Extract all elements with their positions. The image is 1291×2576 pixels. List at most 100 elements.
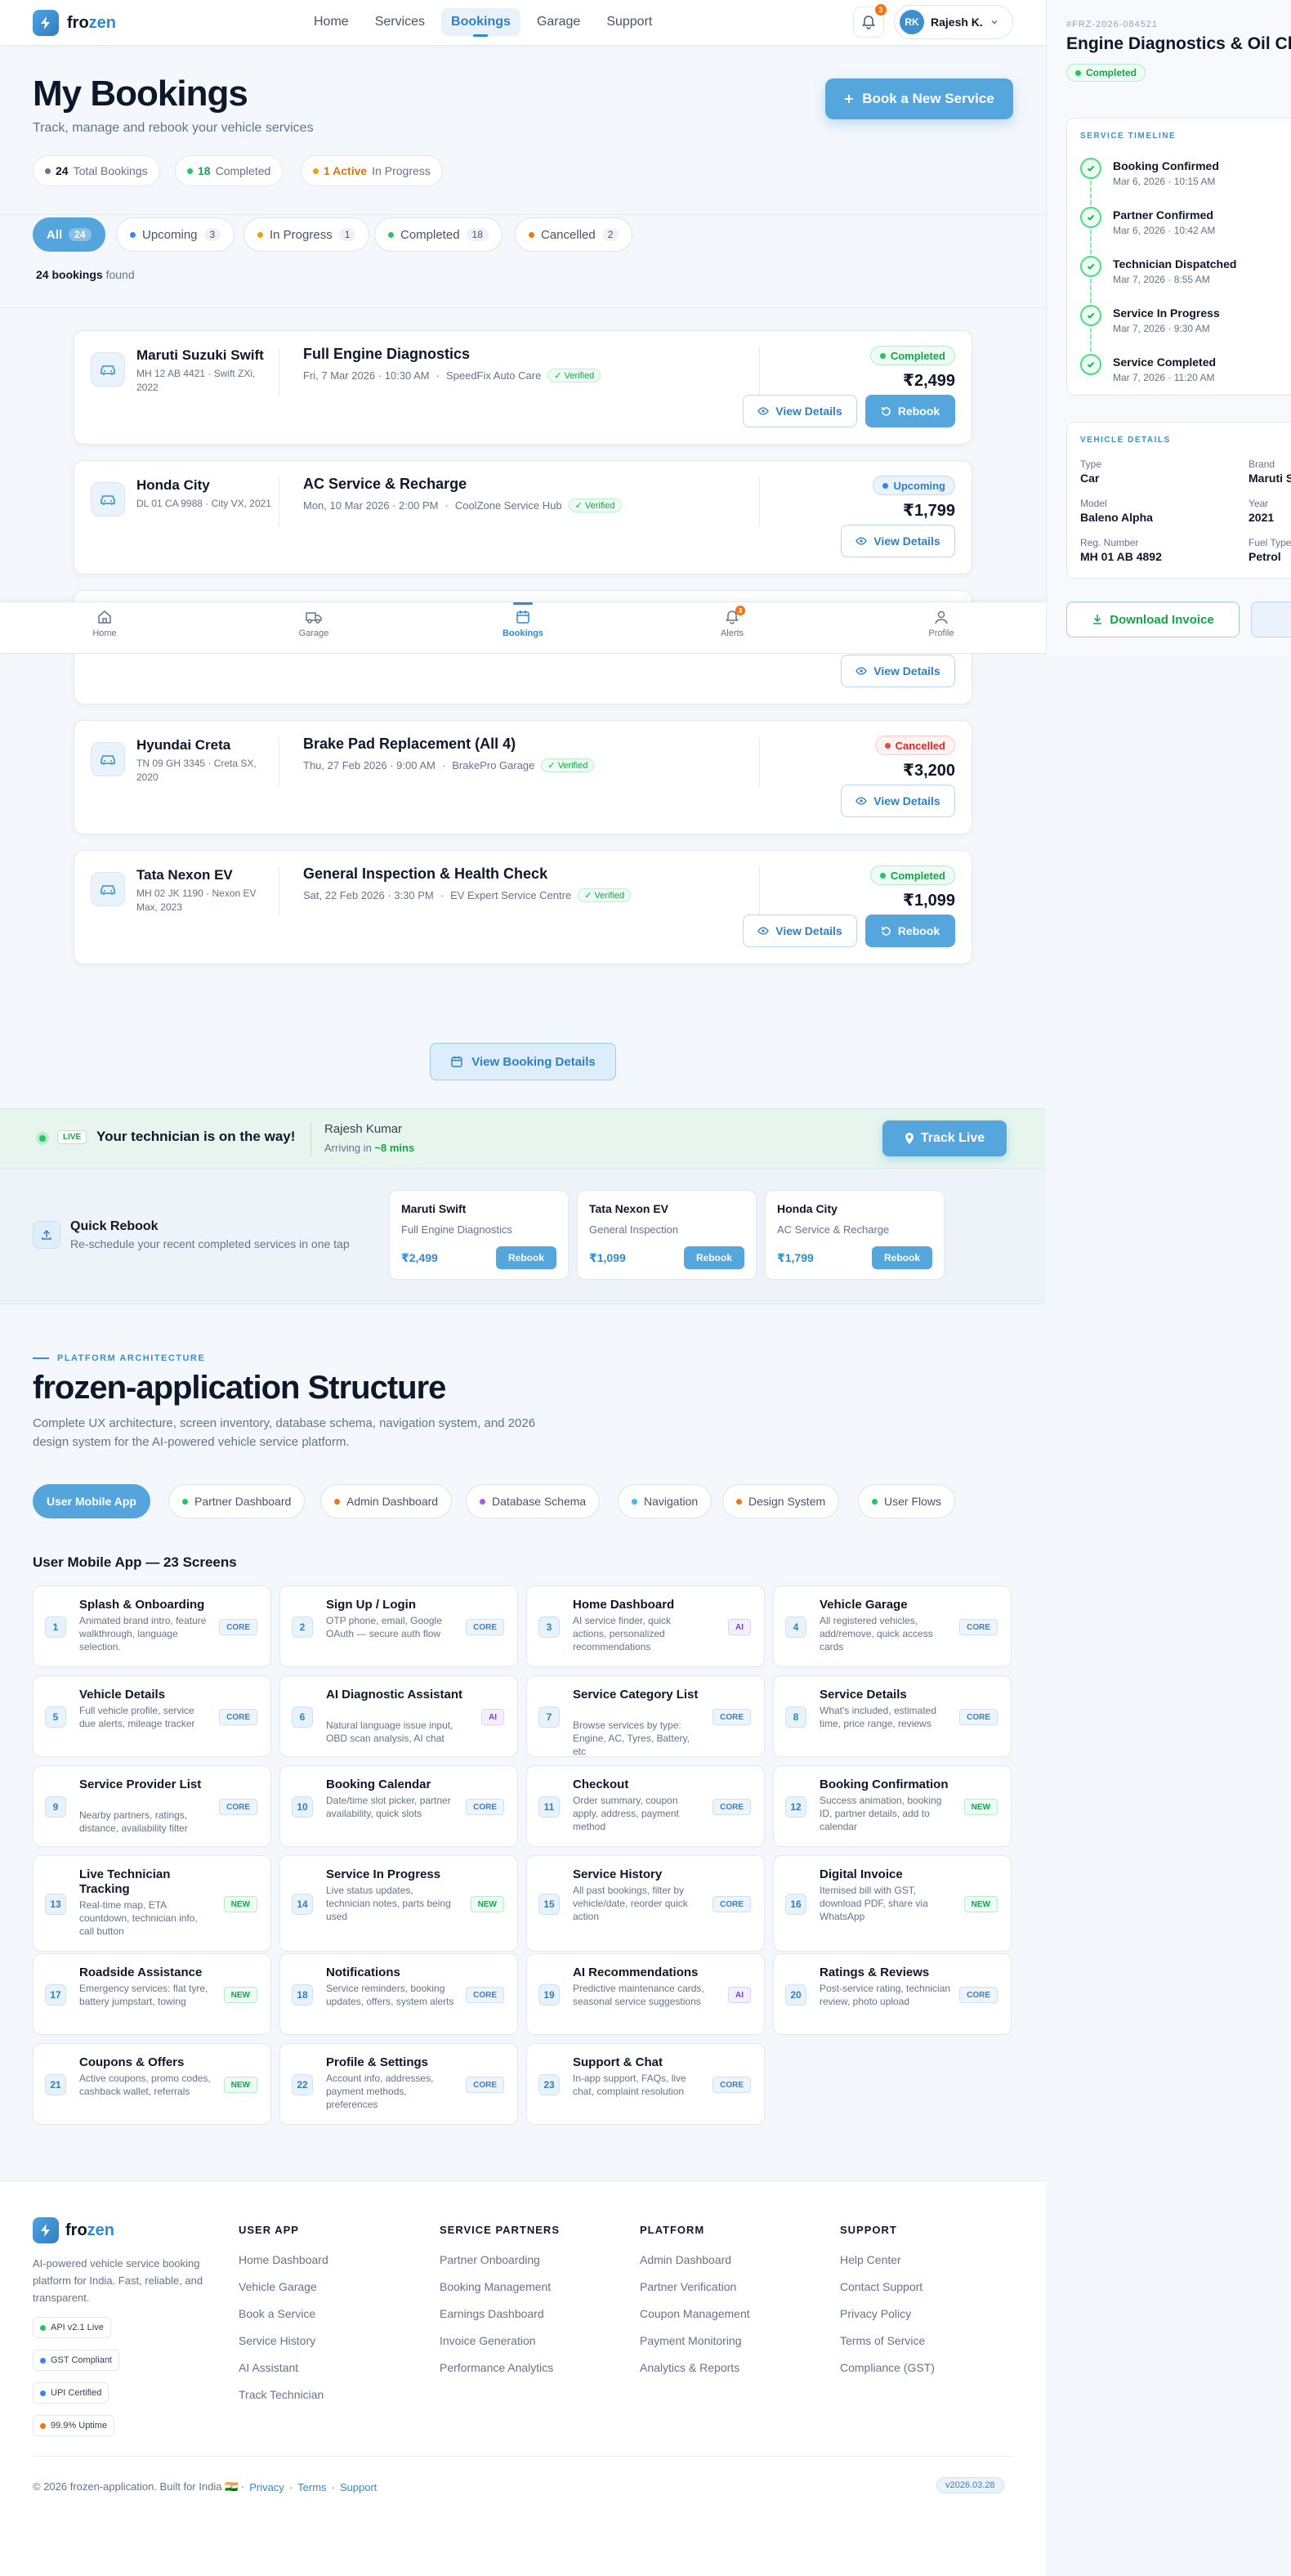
screen-card[interactable]: 10 Booking Calendar Date/time slot picker,…	[279, 1765, 518, 1847]
tab-home[interactable]: Home	[72, 609, 137, 638]
screen-card[interactable]: 19 AI Recommendations Predictive maintenan…	[526, 1953, 765, 2035]
quick-rebook-card[interactable]: Maruti Swift Full Engine Diagnostics ₹2,…	[389, 1190, 569, 1280]
footer-link[interactable]: Invoice Generation	[440, 2334, 536, 2347]
screen-card[interactable]: 1 Splash & Onboarding Animated brand intro…	[33, 1585, 271, 1667]
filter-cancelled[interactable]: Cancelled 2	[515, 217, 633, 252]
service-name: AC Service & Recharge	[777, 1223, 890, 1236]
footer-link[interactable]: Help Center	[840, 2253, 901, 2266]
bottom-tab-bar: Home Garage Bookings 3 Alerts Profile	[0, 602, 1046, 654]
footer-link[interactable]: Track Technician	[239, 2388, 324, 2401]
tab-admin-dashboard[interactable]: Admin Dashboard	[320, 1484, 453, 1518]
view-details-button[interactable]: View Details	[841, 785, 955, 817]
tab-profile[interactable]: Profile	[909, 609, 974, 638]
view-details-button[interactable]: View Details	[841, 525, 955, 557]
nav-link-garage[interactable]: Garage	[527, 8, 590, 36]
tab-alerts[interactable]: 3 Alerts	[699, 606, 765, 638]
screen-card[interactable]: 4 Vehicle Garage All registered vehicles, …	[773, 1585, 1012, 1667]
footer-link[interactable]: Partner Verification	[640, 2280, 736, 2293]
view-booking-details-button[interactable]: View Booking Details	[430, 1043, 616, 1080]
screen-card[interactable]: 18 Notifications Service reminders, bookin…	[279, 1953, 518, 2035]
booking-card[interactable]: Maruti Suzuki Swift MH 12 AB 4421 · Swif…	[74, 330, 972, 445]
book-new-service-button[interactable]: Book a New Service	[825, 78, 1013, 119]
screen-card[interactable]: 12 Booking Confirmation Success animation,…	[773, 1765, 1012, 1847]
screen-card[interactable]: 11 Checkout Order summary, coupon apply, a…	[526, 1765, 765, 1847]
user-menu[interactable]: RK Rajesh K.	[894, 5, 1013, 39]
track-live-button[interactable]: Track Live	[882, 1120, 1007, 1156]
rebook-button[interactable]: Rebook	[872, 1246, 932, 1269]
view-details-button[interactable]: View Details	[743, 915, 857, 947]
nav-link-services[interactable]: Services	[365, 8, 435, 36]
footer-link[interactable]: Compliance (GST)	[840, 2361, 935, 2374]
tab-partner-dashboard[interactable]: Partner Dashboard	[168, 1484, 306, 1518]
filter-in-progress[interactable]: In Progress 1	[243, 217, 370, 252]
footer-link[interactable]: Partner Onboarding	[440, 2253, 540, 2266]
footer-link[interactable]: Service History	[239, 2334, 315, 2347]
footer-link[interactable]: Vehicle Garage	[239, 2280, 317, 2293]
tab-user-flows[interactable]: User Flows	[858, 1484, 956, 1518]
notifications-button[interactable]: 3	[853, 4, 887, 38]
footer-link[interactable]: Booking Management	[440, 2280, 551, 2293]
footer-link[interactable]: Performance Analytics	[440, 2361, 553, 2374]
rebook-button[interactable]: Rebook	[865, 395, 955, 427]
quick-rebook-card[interactable]: Tata Nexon EV General Inspection ₹1,099 …	[577, 1190, 757, 1280]
rebook-button[interactable]: Rebook	[865, 915, 955, 947]
screen-card[interactable]: 21 Coupons & Offers Active coupons, promo …	[33, 2043, 271, 2125]
view-details-button[interactable]: View Details	[743, 395, 857, 427]
screen-card[interactable]: 17 Roadside Assistance Emergency services:…	[33, 1953, 271, 2035]
tab-database-schema[interactable]: Database Schema	[466, 1484, 601, 1518]
footer-logo[interactable]: frozen	[33, 2217, 114, 2243]
footer-link[interactable]: Coupon Management	[640, 2307, 750, 2320]
tab-bookings[interactable]: Bookings	[490, 609, 556, 638]
filter-completed[interactable]: Completed 18	[374, 217, 503, 252]
nav-link-support[interactable]: Support	[596, 8, 662, 36]
screen-card[interactable]: 3 Home Dashboard AI service finder, quick …	[526, 1585, 765, 1667]
footer-link[interactable]: Admin Dashboard	[640, 2253, 731, 2266]
active-tab-indicator	[513, 602, 533, 605]
footer-link[interactable]: Home Dashboard	[239, 2253, 328, 2266]
screen-card[interactable]: 14 Service In Progress Live status updates…	[279, 1855, 518, 1952]
secondary-action-button[interactable]	[1251, 602, 1291, 637]
rebook-button[interactable]: Rebook	[496, 1246, 556, 1269]
booking-card[interactable]: Honda City DL 01 CA 9988 · City VX, 2021…	[74, 460, 972, 575]
tab-user-mobile-app[interactable]: User Mobile App	[33, 1484, 150, 1518]
screen-description: Order summary, coupon apply, address, pa…	[573, 1795, 679, 1832]
screen-card[interactable]: 23 Support & Chat In-app support, FAQs, li…	[526, 2043, 765, 2125]
footer-link[interactable]: Contact Support	[840, 2280, 922, 2293]
screen-card[interactable]: 15 Service History All past bookings, filt…	[526, 1855, 765, 1952]
screen-card[interactable]: 22 Profile & Settings Account info, addres…	[279, 2043, 518, 2125]
screen-card[interactable]: 8 Service Details What's included, estimat…	[773, 1675, 1012, 1757]
screen-card[interactable]: 13 Live Technician Tracking Real-time map,…	[33, 1855, 271, 1952]
filter-all[interactable]: All 24	[33, 217, 105, 252]
quick-rebook-card[interactable]: Honda City AC Service & Recharge ₹1,799 …	[765, 1190, 945, 1280]
footer-link-terms[interactable]: Terms	[297, 2481, 326, 2493]
tab-design-system[interactable]: Design System	[722, 1484, 840, 1518]
footer-link[interactable]: Terms of Service	[840, 2334, 925, 2347]
screen-card[interactable]: 2 Sign Up / Login OTP phone, email, Google…	[279, 1585, 518, 1667]
footer-link[interactable]: Payment Monitoring	[640, 2334, 742, 2347]
tab-garage[interactable]: Garage	[281, 609, 346, 638]
booking-card[interactable]: Tata Nexon EV MH 02 JK 1190 · Nexon EV M…	[74, 850, 972, 964]
nav-link-bookings[interactable]: Bookings	[441, 8, 520, 37]
booking-date: Mon, 10 Mar 2026 · 2:00 PM	[303, 499, 439, 512]
screen-card[interactable]: 5 Vehicle Details Full vehicle profile, se…	[33, 1675, 271, 1757]
footer-link[interactable]: AI Assistant	[239, 2361, 298, 2374]
footer-link[interactable]: Earnings Dashboard	[440, 2307, 544, 2320]
screen-card[interactable]: 7 Service Category List Browse services by…	[526, 1675, 765, 1757]
booking-card[interactable]: Hyundai Creta TN 09 GH 3345 · Creta SX, …	[74, 720, 972, 834]
footer-link[interactable]: Analytics & Reports	[640, 2361, 739, 2374]
download-invoice-button[interactable]: Download Invoice	[1066, 602, 1240, 637]
screen-card[interactable]: 20 Ratings & Reviews Post-service rating, …	[773, 1953, 1012, 2035]
screen-card[interactable]: 6 AI Diagnostic Assistant Natural language…	[279, 1675, 518, 1757]
footer-link[interactable]: Privacy Policy	[840, 2307, 911, 2320]
screen-card[interactable]: 16 Digital Invoice Itemised bill with GST,…	[773, 1855, 1012, 1952]
brand-logo[interactable]: frozen	[33, 10, 116, 36]
footer-link-privacy[interactable]: Privacy	[249, 2481, 284, 2493]
tab-navigation[interactable]: Navigation	[618, 1484, 713, 1518]
footer-link-support[interactable]: Support	[340, 2481, 377, 2493]
rebook-button[interactable]: Rebook	[684, 1246, 744, 1269]
nav-link-home[interactable]: Home	[304, 8, 359, 36]
filter-upcoming[interactable]: Upcoming 3	[116, 217, 235, 252]
view-details-button[interactable]: View Details	[841, 655, 955, 687]
screen-card[interactable]: 9 Service Provider List Nearby partners, r…	[33, 1765, 271, 1847]
footer-link[interactable]: Book a Service	[239, 2307, 315, 2320]
